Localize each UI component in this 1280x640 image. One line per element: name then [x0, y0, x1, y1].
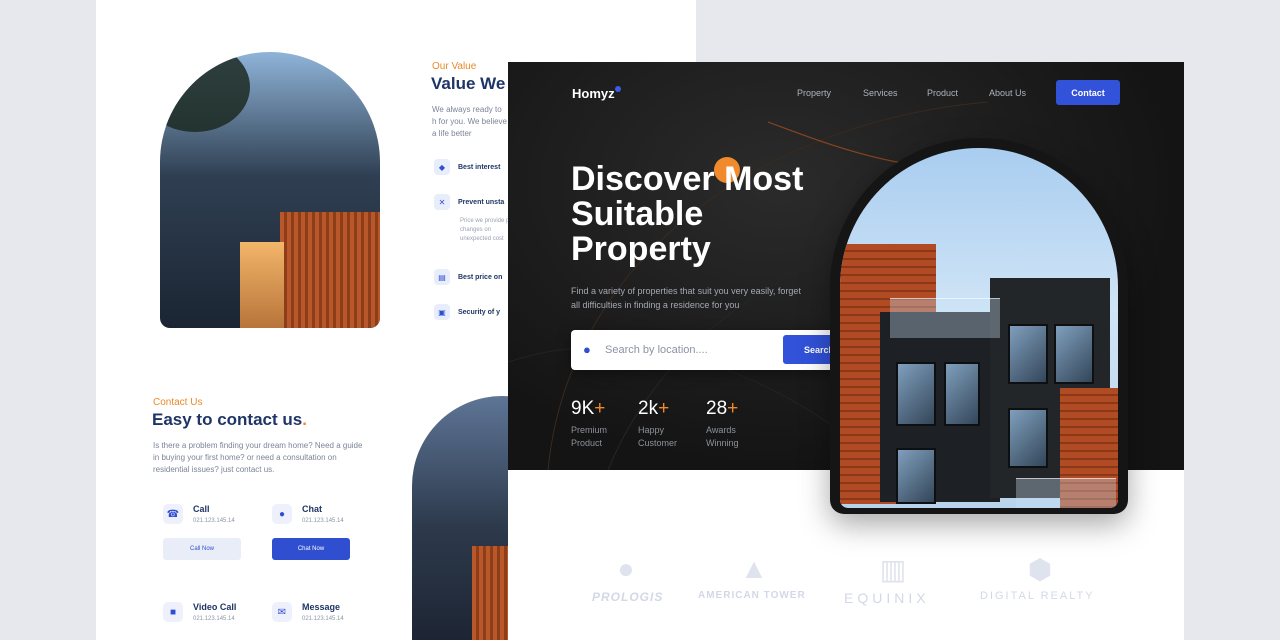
- contact-text: Is there a problem finding your dream ho…: [153, 441, 363, 474]
- nav-item-product[interactable]: Product: [927, 88, 958, 98]
- value-item[interactable]: ◆ Best interest: [434, 159, 500, 175]
- logo[interactable]: Homyz: [572, 86, 621, 101]
- value-title: Value We: [431, 74, 506, 93]
- house-photo-top: [160, 52, 380, 328]
- digital-realty-logo-icon: ⬢: [1027, 553, 1053, 585]
- hero-property-photo: [830, 138, 1128, 514]
- hero-subtitle: Find a variety of properties that suit y…: [571, 286, 801, 310]
- logo-dot: [614, 86, 621, 92]
- contact-card-chat: ● Chat 021.123.145.14 Chat Now: [262, 492, 352, 570]
- partner-prologis: PROLOGIS: [592, 590, 664, 604]
- contact-kicker: Contact Us: [153, 397, 203, 408]
- nav-item-services[interactable]: Services: [863, 88, 898, 98]
- tower-logo-icon: ▲: [740, 553, 768, 584]
- globe-logo-icon: ●: [617, 553, 635, 584]
- contact-card-message: ✉ Message 021.123.145.14: [262, 590, 352, 640]
- x-icon: ✕: [434, 194, 450, 210]
- contact-title: Easy to contact us.: [152, 410, 307, 429]
- search-bar: ● Search: [571, 330, 861, 370]
- contact-card-video: ■ Video Call 021.123.145.14: [153, 590, 243, 640]
- lock-icon: ▣: [434, 304, 450, 320]
- location-pin-icon: ●: [583, 342, 591, 357]
- stat-premium-product: 9K+ Premium Product: [571, 398, 608, 448]
- stat-awards-winning: 28+ Awards Winning: [706, 398, 739, 448]
- contact-button[interactable]: Contact: [1056, 80, 1120, 105]
- chat-icon: ●: [272, 504, 292, 524]
- video-icon: ■: [163, 602, 183, 622]
- chat-now-button[interactable]: Chat Now: [272, 538, 350, 560]
- stat-happy-customer: 2k+ Happy Customer: [638, 398, 678, 448]
- partner-digital-realty: DIGITAL REALTY: [980, 590, 1095, 602]
- value-item[interactable]: ▤ Best price on: [434, 269, 502, 285]
- shield-icon: ◆: [434, 159, 450, 175]
- location-search-input[interactable]: [605, 341, 775, 359]
- chart-icon: ▤: [434, 269, 450, 285]
- equinix-logo-icon: ▥: [879, 553, 907, 585]
- nav-item-property[interactable]: Property: [797, 88, 831, 98]
- partner-american-tower: AMERICAN TOWER: [698, 590, 806, 601]
- hero-headline: Discover Most Suitable Property: [571, 160, 804, 268]
- call-now-button[interactable]: Call Now: [163, 538, 241, 560]
- value-item[interactable]: ▣ Security of y: [434, 304, 500, 320]
- value-kicker: Our Value: [432, 61, 477, 72]
- nav-item-about-us[interactable]: About Us: [989, 88, 1026, 98]
- partner-equinix: EQUINIX: [844, 590, 930, 606]
- value-text: We always ready to h for you. We believe…: [432, 105, 508, 138]
- value-item[interactable]: ✕ Prevent unsta: [434, 194, 504, 210]
- mail-icon: ✉: [272, 602, 292, 622]
- contact-card-call: ☎ Call 021.123.145.14 Call Now: [153, 492, 243, 570]
- phone-icon: ☎: [163, 504, 183, 524]
